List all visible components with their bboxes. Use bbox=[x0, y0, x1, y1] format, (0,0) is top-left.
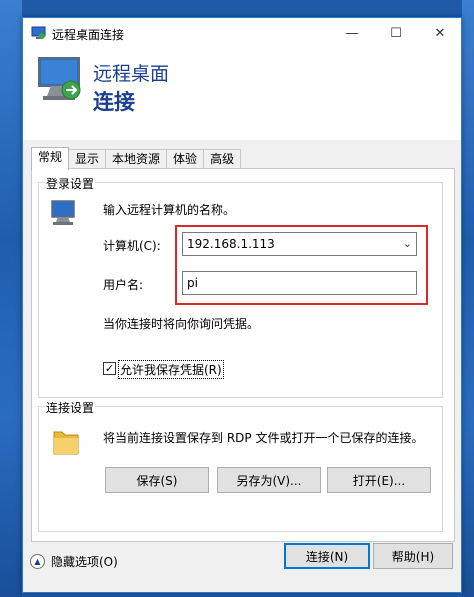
computer-label: 计算机(C): bbox=[103, 239, 161, 253]
banner-title-line1: 远程桌面 bbox=[93, 63, 170, 85]
desktop-background-left bbox=[0, 0, 22, 597]
login-settings-group: 登录设置 输入远程计算机的名称。 计算机(C): 192.168.1.113 ⌄… bbox=[38, 175, 443, 398]
header-banner: 远程桌面 连接 bbox=[23, 48, 461, 140]
window-title: 远程桌面连接 bbox=[52, 28, 125, 42]
tab-local-resources[interactable]: 本地资源 bbox=[105, 149, 168, 169]
tab-experience[interactable]: 体验 bbox=[166, 149, 205, 169]
general-tab-panel: 登录设置 输入远程计算机的名称。 计算机(C): 192.168.1.113 ⌄… bbox=[31, 168, 455, 542]
hide-options-label: 隐藏选项(O) bbox=[51, 554, 118, 569]
annotation-highlight-box bbox=[175, 225, 428, 305]
banner-title-line2: 连接 bbox=[93, 90, 135, 114]
chevron-up-icon: ▲ bbox=[30, 553, 45, 569]
remote-desktop-icon bbox=[31, 26, 46, 39]
connection-settings-title: 连接设置 bbox=[45, 399, 96, 416]
minimize-button[interactable]: — bbox=[330, 18, 374, 48]
connect-button[interactable]: 连接(N) bbox=[284, 543, 370, 569]
folder-icon bbox=[53, 431, 79, 455]
hide-options-toggle[interactable]: ▲ 隐藏选项(O) bbox=[30, 552, 118, 570]
connection-settings-group: 连接设置 将当前连接设置保存到 RDP 文件或打开一个已保存的连接。 保存(S)… bbox=[38, 399, 443, 532]
remote-desktop-monitor-icon bbox=[38, 57, 81, 100]
allow-save-credentials-label[interactable]: 允许我保存凭据(R) bbox=[118, 360, 224, 379]
username-label: 用户名: bbox=[103, 278, 144, 292]
help-button[interactable]: 帮助(H) bbox=[373, 543, 453, 569]
tab-advanced[interactable]: 高级 bbox=[203, 149, 242, 169]
allow-save-credentials-checkbox[interactable]: ✓ bbox=[103, 362, 116, 375]
computer-name-prompt: 输入远程计算机的名称。 bbox=[103, 203, 236, 217]
tab-general[interactable]: 常规 bbox=[31, 147, 70, 170]
checkmark-icon: ✓ bbox=[104, 362, 115, 375]
save-as-button[interactable]: 另存为(V)... bbox=[217, 467, 321, 493]
tab-bar: 常规 显示 本地资源 体验 高级 bbox=[31, 147, 242, 170]
connection-description: 将当前连接设置保存到 RDP 文件或打开一个已保存的连接。 bbox=[103, 431, 424, 445]
remote-desktop-window: 远程桌面连接 — ☐ ✕ 远程桌面 连接 常规 显示 本地资源 体验 高级 登录… bbox=[22, 17, 462, 593]
login-settings-title: 登录设置 bbox=[45, 175, 96, 192]
title-bar[interactable]: 远程桌面连接 — ☐ ✕ bbox=[23, 18, 461, 48]
desktop-background-right bbox=[462, 0, 474, 597]
computer-icon bbox=[51, 200, 75, 225]
open-button[interactable]: 打开(E)... bbox=[327, 467, 431, 493]
tab-display[interactable]: 显示 bbox=[68, 149, 107, 169]
credentials-note: 当你连接时将向你询问凭据。 bbox=[103, 317, 260, 331]
maximize-button[interactable]: ☐ bbox=[374, 18, 418, 48]
save-button[interactable]: 保存(S) bbox=[105, 467, 209, 493]
close-button[interactable]: ✕ bbox=[418, 18, 462, 48]
